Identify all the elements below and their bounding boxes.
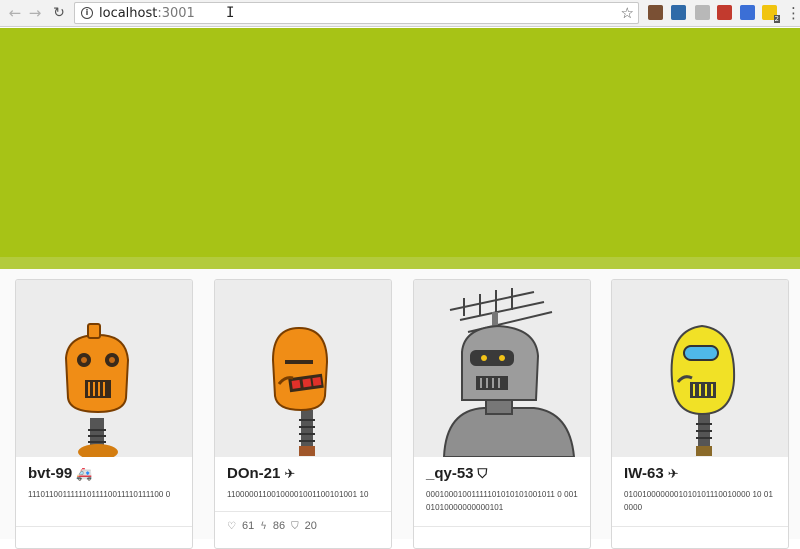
browser-toolbar: ← → ↻ i localhost:3001 I ☆ 2 ⋮ (0, 0, 800, 27)
url-text[interactable]: localhost:3001 (99, 6, 195, 21)
extension-icon[interactable] (648, 5, 663, 20)
robot-name: _qy-53 (426, 465, 474, 482)
plane-icon: ✈ (667, 467, 679, 482)
robot-image (16, 280, 192, 457)
bookmark-star-icon[interactable]: ☆ (621, 4, 634, 22)
robot-card[interactable]: DOn-21 ✈ 11000001100100001001100101001 10… (214, 279, 392, 549)
text-cursor-icon: I (226, 5, 235, 21)
card-body: DOn-21 ✈ 11000001100100001001100101001 10 (215, 457, 391, 509)
robot-name: bvt-99 (28, 465, 73, 482)
card-body: IW-63 ✈ 0100100000001010101110010000 10 0… (612, 457, 788, 522)
heart-pulse-icon: ♡ (227, 520, 236, 532)
extension-icon[interactable]: 2 (762, 5, 780, 23)
extension-badge: 2 (773, 15, 780, 23)
card-body: _qy-53 ⛉ 00010001001111101010101001011 0 … (414, 457, 590, 522)
hero-banner (0, 28, 800, 269)
robot-image (215, 280, 391, 457)
shield-icon: ⛉ (477, 467, 488, 482)
forward-arrow-icon[interactable]: → (26, 4, 44, 22)
robot-bits: 0100100000001010101110010000 10 010000 (624, 490, 774, 512)
extension-icon[interactable] (740, 5, 755, 20)
card-divider (612, 526, 788, 527)
robot-bits: 11101100111111011110011110111100 0 (28, 490, 171, 499)
shield-icon: ⛉ (291, 520, 299, 532)
info-icon[interactable]: i (81, 7, 93, 19)
back-arrow-icon[interactable]: ← (6, 4, 24, 22)
robot-image (414, 280, 590, 457)
extension-icon[interactable] (717, 5, 732, 20)
menu-dots-icon[interactable]: ⋮ (786, 4, 800, 22)
energy-stat: 86 (272, 520, 286, 532)
robot-image (612, 280, 788, 457)
card-divider (16, 526, 192, 527)
hero-bottom-edge (0, 257, 800, 269)
shield-stat: 20 (304, 520, 317, 532)
extension-icon[interactable] (695, 5, 710, 20)
card-divider (414, 526, 590, 527)
robot-card[interactable]: IW-63 ✈ 0100100000001010101110010000 10 0… (611, 279, 789, 549)
plane-icon: ✈ (284, 467, 296, 482)
extension-news-icon[interactable] (671, 5, 686, 20)
robot-bits: 11000001100100001001100101001 10 (227, 490, 369, 499)
bolt-icon: ϟ (260, 520, 267, 532)
address-bar[interactable]: i localhost:3001 I ☆ (74, 2, 639, 24)
reload-icon[interactable]: ↻ (50, 4, 68, 22)
robot-bits: 00010001001111101010101001011 0 00101010… (426, 490, 578, 512)
robot-name: IW-63 (624, 465, 664, 482)
robot-name: DOn-21 (227, 465, 281, 482)
url-port: :3001 (157, 6, 195, 21)
robot-card[interactable]: _qy-53 ⛉ 00010001001111101010101001011 0 … (413, 279, 591, 549)
card-divider (215, 511, 391, 512)
ambulance-icon: 🚑 (76, 467, 93, 482)
url-host: localhost (99, 6, 158, 21)
robot-stats: ♡ 61 ϟ 86 ⛉ 20 (227, 520, 317, 532)
robot-grid: bvt-99 🚑 11101100111111011110011110111100… (0, 269, 800, 549)
health-stat: 61 (241, 520, 255, 532)
card-body: bvt-99 🚑 11101100111111011110011110111100… (16, 457, 192, 509)
robot-card[interactable]: bvt-99 🚑 11101100111111011110011110111100… (15, 279, 193, 549)
